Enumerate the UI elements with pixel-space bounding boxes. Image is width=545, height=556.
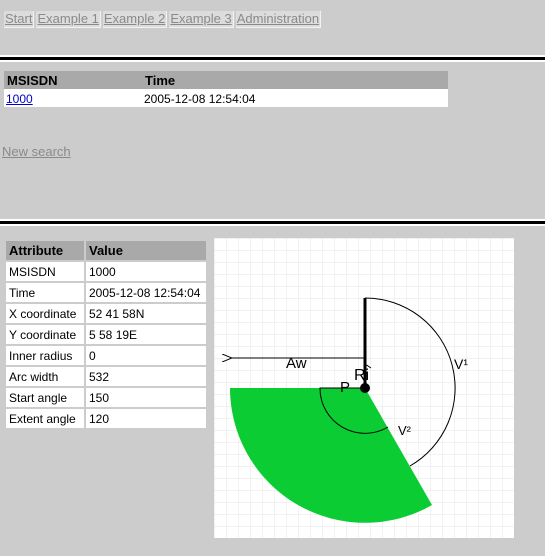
nav-start[interactable]: Start [4,11,35,28]
center-point [360,383,370,393]
header-time: Time [142,71,448,90]
attr-value: 2005-12-08 12:54:04 [86,283,206,302]
attr-value: 5 58 19E [86,325,206,344]
table-row: Arc width 532 [6,367,206,386]
attr-name: MSISDN [6,262,86,281]
location-diagram: Aw Ri P V¹ V² [214,238,514,538]
result-msisdn-link[interactable]: 1000 [6,92,33,106]
attr-value: 1000 [86,262,206,281]
label-aw: Aw [286,355,307,372]
table-row: Time 2005-12-08 12:54:04 [6,283,206,302]
attr-value: 150 [86,388,206,407]
nav-example-3[interactable]: Example 3 [169,11,234,28]
table-row: Extent angle 120 [6,409,206,428]
attr-value: 52 41 58N [86,304,206,323]
attr-value: 0 [86,346,206,365]
header-attribute: Attribute [6,241,86,260]
attr-value: 120 [86,409,206,428]
results-header-row: MSISDN Time [4,71,448,90]
separator-top [0,55,545,62]
table-row: Start angle 150 [6,388,206,407]
separator-middle [0,219,545,226]
nav-example-2[interactable]: Example 2 [102,11,168,28]
label-p: P [340,379,350,396]
attr-name: Extent angle [6,409,86,428]
attr-name: Start angle [6,388,86,407]
attributes-table: Attribute Value MSISDN 1000 Time 2005-12-0… [6,239,206,430]
attr-name: Y coordinate [6,325,86,344]
table-row: MSISDN 1000 [6,262,206,281]
top-nav: Start Example 1 Example 2 Example 3 Admi… [4,11,322,28]
nav-example-1[interactable]: Example 1 [36,11,101,28]
header-msisdn: MSISDN [4,71,142,90]
attributes-header-row: Attribute Value [6,241,206,260]
result-msisdn-cell: 1000 [4,89,142,107]
table-row: Inner radius 0 [6,346,206,365]
attr-name: Arc width [6,367,86,386]
results-table: MSISDN Time 1000 2005-12-08 12:54:04 [4,71,448,107]
nav-administration[interactable]: Administration [235,11,322,28]
header-value: Value [86,241,206,260]
attr-value: 532 [86,367,206,386]
attr-name: Inner radius [6,346,86,365]
result-time-cell: 2005-12-08 12:54:04 [142,89,448,107]
label-v1: V¹ [454,356,468,372]
table-row: 1000 2005-12-08 12:54:04 [4,89,448,107]
new-search-link[interactable]: New search [2,144,71,159]
label-ri: Ri [354,367,369,384]
table-row: Y coordinate 5 58 19E [6,325,206,344]
attr-name: X coordinate [6,304,86,323]
label-v2: V² [398,423,412,438]
table-row: X coordinate 52 41 58N [6,304,206,323]
attr-name: Time [6,283,86,302]
